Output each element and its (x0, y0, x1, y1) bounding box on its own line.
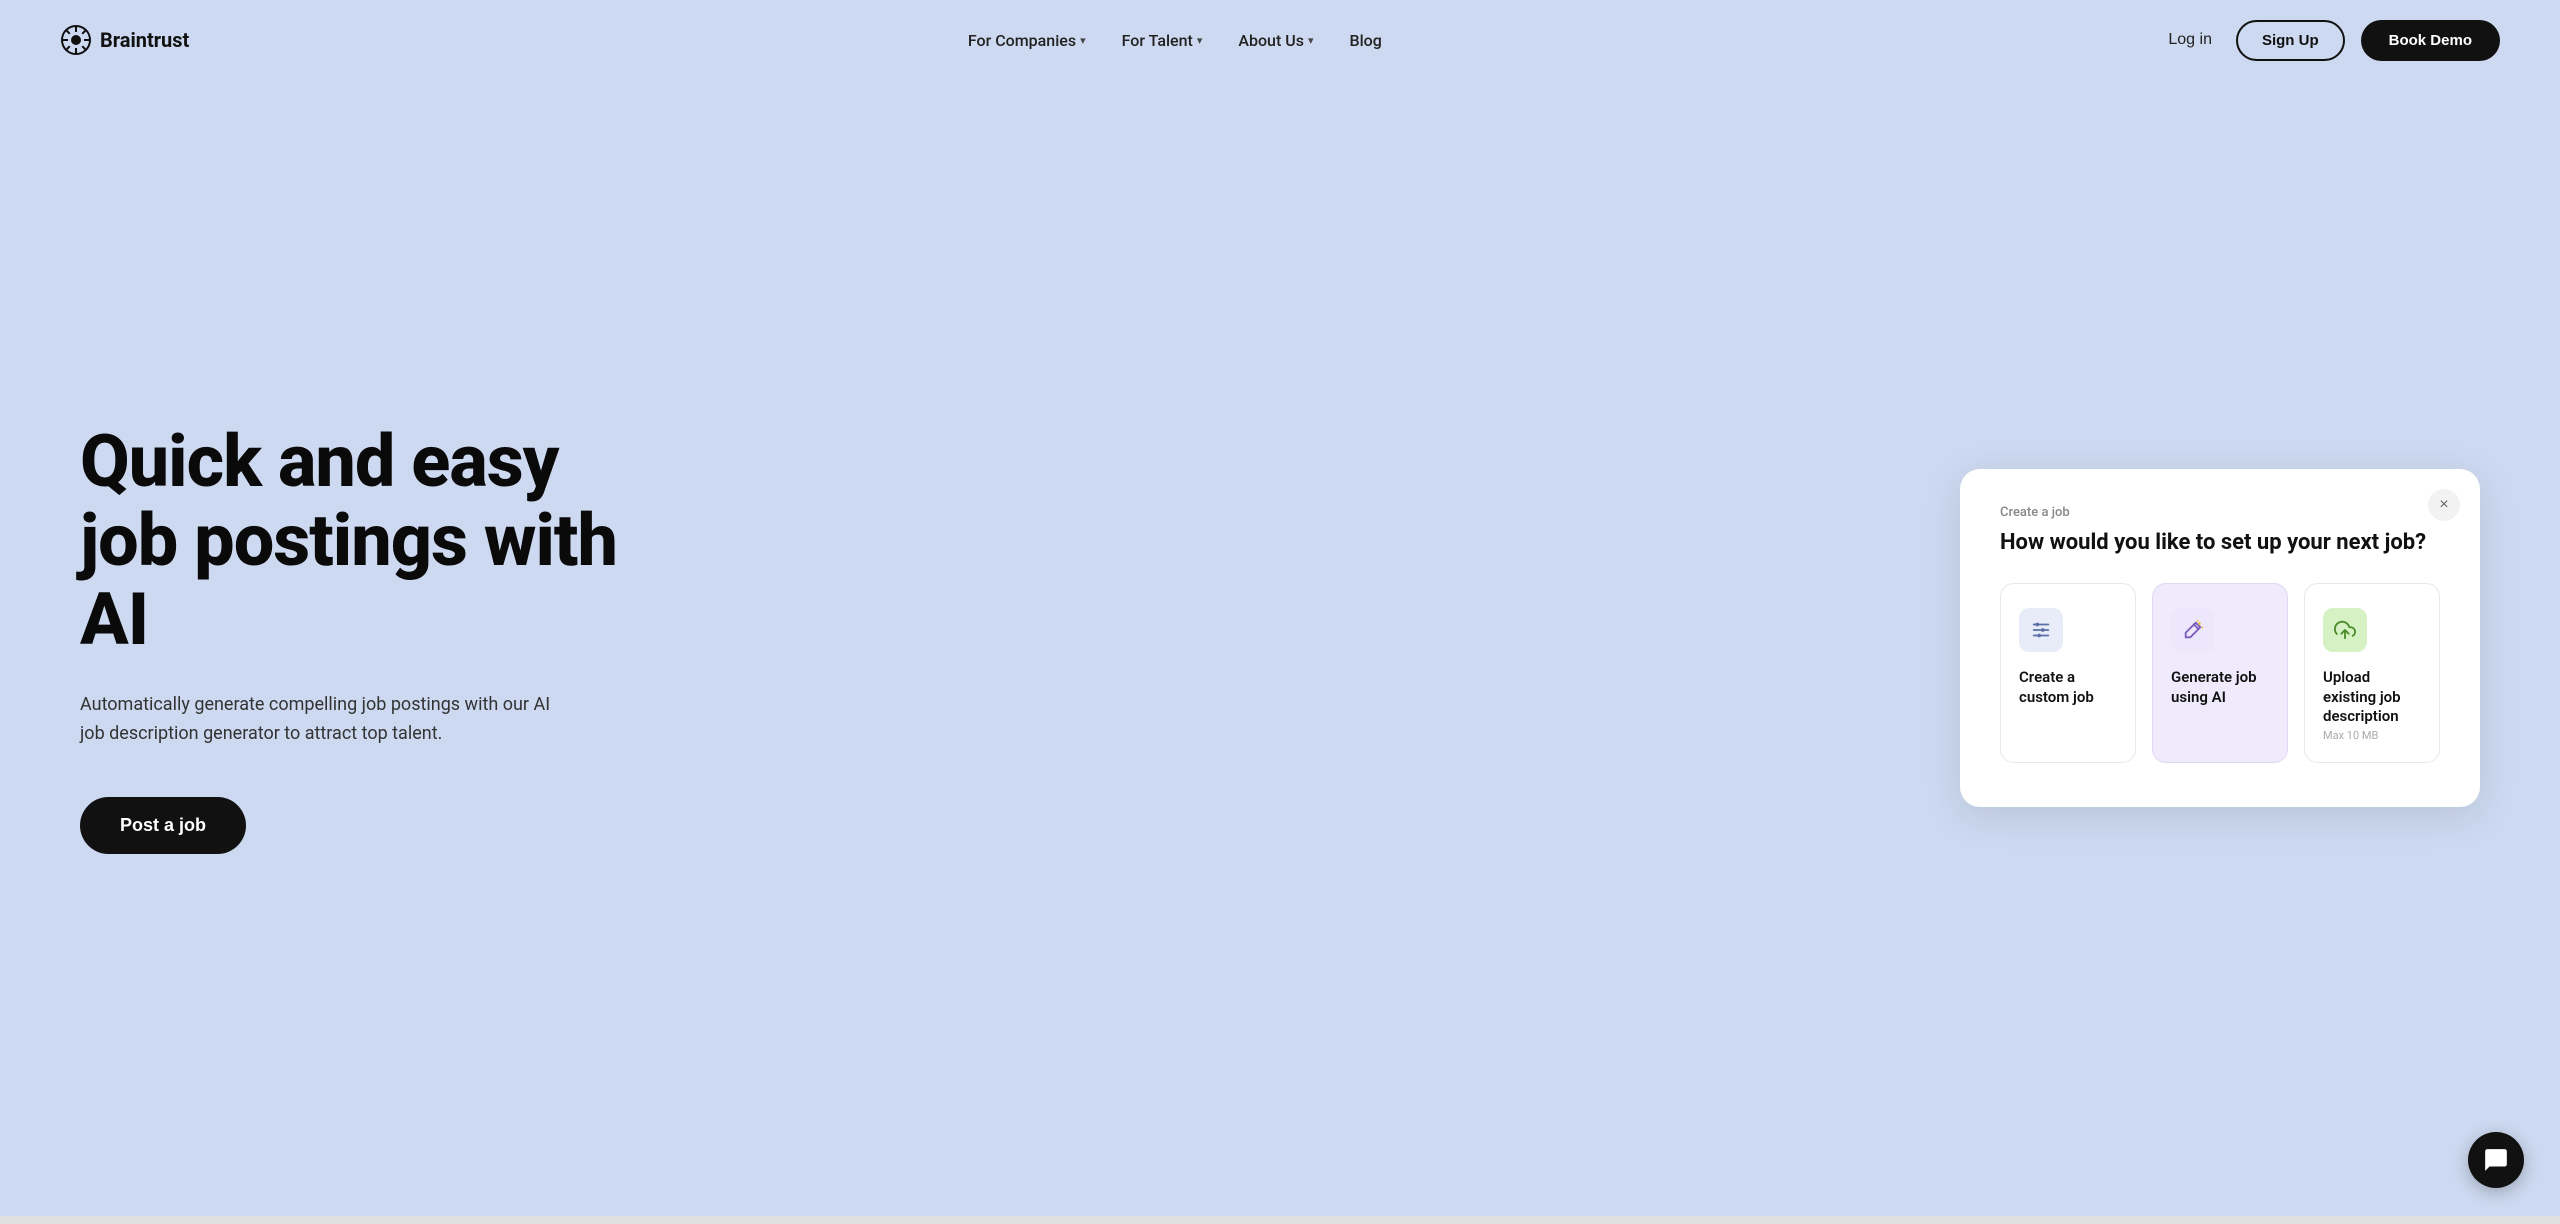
chevron-down-icon: ▾ (1308, 34, 1314, 47)
card-options: Create a custom job (2000, 583, 2440, 763)
nav-actions: Log in Sign Up Book Demo (2160, 20, 2500, 61)
hero-subtitle: Automatically generate compelling job po… (80, 691, 560, 749)
ai-wand-icon (2182, 619, 2204, 641)
option-upload-job[interactable]: Upload existing job description Max 10 M… (2304, 583, 2440, 763)
hero-right: × Create a job How would you like to set… (1960, 469, 2480, 807)
option-custom-job[interactable]: Create a custom job (2000, 583, 2136, 763)
post-job-button[interactable]: Post a job (80, 797, 246, 854)
card-close-button[interactable]: × (2428, 489, 2460, 521)
upload-job-sublabel: Max 10 MB (2323, 729, 2421, 742)
login-button[interactable]: Log in (2160, 31, 2220, 49)
option-ai-job[interactable]: Generate job using AI (2152, 583, 2288, 763)
chat-button[interactable] (2468, 1132, 2524, 1188)
chat-icon (2483, 1147, 2509, 1173)
upload-job-label: Upload existing job description (2323, 668, 2421, 727)
create-job-card: × Create a job How would you like to set… (1960, 469, 2480, 807)
chevron-down-icon: ▾ (1197, 34, 1203, 47)
sliders-icon (2030, 619, 2052, 641)
custom-job-label: Create a custom job (2019, 668, 2117, 707)
nav-blog[interactable]: Blog (1350, 31, 1382, 50)
logo-icon (60, 24, 92, 56)
hero-left: Quick and easy job postings with AI Auto… (80, 422, 640, 854)
chevron-down-icon: ▾ (1080, 34, 1086, 47)
upload-icon (2334, 619, 2356, 641)
custom-job-text: Create a custom job (2019, 668, 2117, 707)
ai-job-label: Generate job using AI (2171, 668, 2269, 707)
upload-job-icon-wrap (2323, 608, 2367, 652)
ai-job-icon-wrap (2171, 608, 2215, 652)
ai-job-text: Generate job using AI (2171, 668, 2269, 707)
card-eyebrow: Create a job (2000, 505, 2440, 520)
nav-for-talent[interactable]: For Talent ▾ (1122, 31, 1203, 50)
hero-title: Quick and easy job postings with AI (80, 422, 640, 660)
nav-about-us[interactable]: About Us ▾ (1238, 31, 1313, 50)
navbar: Braintrust For Companies ▾ For Talent ▾ … (0, 0, 2560, 80)
bottom-strip (0, 1216, 2560, 1224)
nav-links: For Companies ▾ For Talent ▾ About Us ▾ … (968, 31, 1382, 50)
hero-section: Quick and easy job postings with AI Auto… (0, 80, 2560, 1216)
logo-text: Braintrust (100, 28, 189, 52)
custom-job-icon-wrap (2019, 608, 2063, 652)
logo[interactable]: Braintrust (60, 24, 189, 56)
card-title: How would you like to set up your next j… (2000, 530, 2440, 555)
signup-button[interactable]: Sign Up (2236, 20, 2345, 61)
upload-job-text: Upload existing job description Max 10 M… (2323, 668, 2421, 742)
book-demo-button[interactable]: Book Demo (2361, 20, 2500, 61)
nav-for-companies[interactable]: For Companies ▾ (968, 31, 1086, 50)
